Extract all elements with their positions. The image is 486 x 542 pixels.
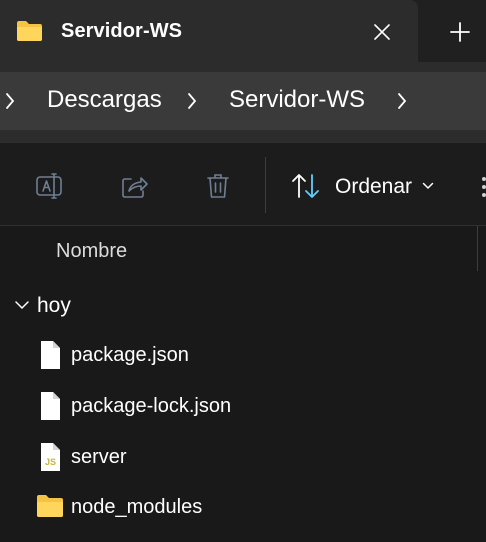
breadcrumb-item-descargas[interactable]: Descargas xyxy=(47,86,162,114)
plus-icon[interactable] xyxy=(446,18,474,46)
sort-button[interactable]: Ordenar xyxy=(290,171,440,203)
command-bar: Ordenar xyxy=(0,142,486,226)
address-bar: Descargas Servidor-WS xyxy=(0,62,486,142)
folder-icon xyxy=(37,495,63,517)
file-list: Nombre hoy package.json package-lock.jso… xyxy=(0,226,486,542)
close-icon[interactable] xyxy=(370,20,394,44)
tab-title: Servidor-WS xyxy=(61,20,183,42)
file-icon xyxy=(41,392,60,420)
tab-servidor-ws[interactable]: Servidor-WS xyxy=(0,0,418,62)
sort-arrows-icon xyxy=(292,174,319,198)
list-item[interactable]: node_modules xyxy=(0,484,486,532)
js-file-icon: JS xyxy=(41,443,60,471)
group-header-today[interactable]: hoy xyxy=(37,294,71,318)
column-divider[interactable] xyxy=(477,226,478,271)
svg-text:JS: JS xyxy=(45,457,56,467)
file-name: package.json xyxy=(71,344,189,366)
toolbar-separator xyxy=(265,157,266,213)
breadcrumb[interactable]: Descargas Servidor-WS xyxy=(0,72,486,130)
chevron-right-icon[interactable] xyxy=(186,91,198,111)
file-name: package-lock.json xyxy=(71,395,232,417)
folder-icon xyxy=(17,21,42,41)
file-name: node_modules xyxy=(71,496,203,518)
list-item[interactable]: package.json xyxy=(0,332,486,380)
more-icon[interactable] xyxy=(478,173,486,203)
title-bar: Servidor-WS xyxy=(0,0,486,62)
share-icon[interactable] xyxy=(119,171,149,201)
file-icon xyxy=(41,341,60,369)
chevron-right-icon[interactable] xyxy=(396,91,408,111)
chevron-down-icon[interactable] xyxy=(14,299,30,311)
chevron-right-icon[interactable] xyxy=(4,91,16,111)
chevron-down-icon xyxy=(422,182,434,190)
trash-icon[interactable] xyxy=(203,171,233,201)
list-item[interactable]: package-lock.json xyxy=(0,383,486,431)
sort-label: Ordenar xyxy=(335,175,413,198)
breadcrumb-item-servidor-ws[interactable]: Servidor-WS xyxy=(229,86,365,114)
list-item[interactable]: JS server xyxy=(0,434,486,482)
rename-icon[interactable] xyxy=(34,171,64,201)
column-header-name[interactable]: Nombre xyxy=(56,240,127,263)
file-name: server xyxy=(71,446,127,468)
